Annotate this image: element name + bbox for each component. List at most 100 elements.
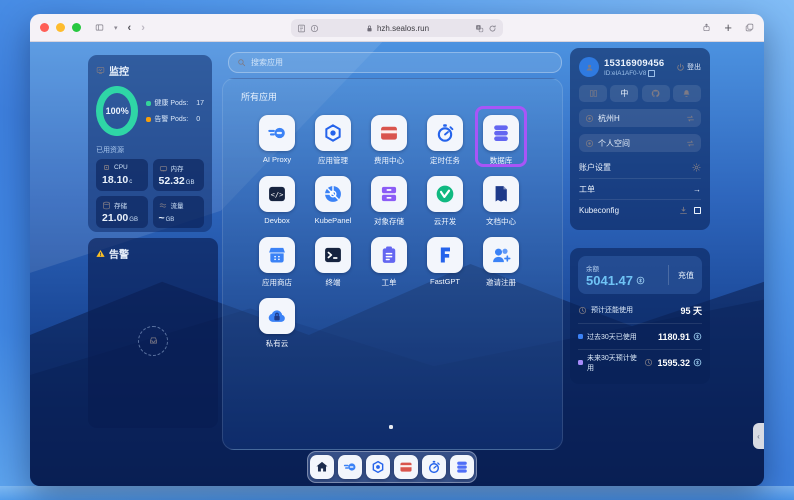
dock [307, 451, 477, 483]
app-terminal[interactable]: 终端 [305, 231, 361, 292]
sidebar-toggle-icon[interactable] [95, 23, 104, 32]
app-object-storage[interactable]: 对象存储 [361, 170, 417, 231]
user-id: ID:eIA1AF0-V8 [604, 70, 646, 77]
app-devbox[interactable]: </>Devbox [249, 170, 305, 231]
alerts-empty-state [138, 326, 168, 356]
collapse-handle[interactable]: ‹ [753, 423, 764, 449]
health-donut: 100% [96, 86, 138, 136]
section-title: 所有应用 [241, 90, 277, 103]
alerts-title: 告警 [109, 246, 129, 261]
app-store-icon [259, 237, 295, 273]
coin-icon [693, 358, 702, 367]
close-window-button[interactable] [40, 23, 49, 32]
purple-bullet-icon [578, 360, 583, 365]
app-cloud-dev[interactable]: 云开发 [417, 170, 473, 231]
workspace-selector[interactable]: 个人空间 [579, 134, 701, 152]
share-icon[interactable] [702, 23, 711, 32]
tab-overview-icon[interactable] [745, 23, 754, 32]
docs-button[interactable] [579, 85, 607, 102]
search-icon [237, 58, 246, 67]
menu-work-order[interactable]: 工单 → [579, 178, 701, 199]
page-settings-icon[interactable] [297, 24, 306, 33]
blue-bullet-icon [578, 334, 583, 339]
address-bar[interactable]: hzh.sealos.run a [291, 19, 503, 37]
billing-panel: 余额 5041.47 充值 预计还能使用 95 天 过去30天已使用 [570, 248, 710, 384]
app-label: 数据库 [490, 155, 513, 166]
app-manager-icon [315, 115, 351, 151]
cost-center-icon [371, 115, 407, 151]
all-apps-panel: 所有应用 AI Proxy应用管理费用中心 定时任务数据库 </>Devbox Kub… [222, 78, 563, 450]
copy-kubeconfig-icon[interactable] [694, 207, 701, 214]
sidebar-chevron-icon[interactable]: ▾ [114, 24, 118, 32]
balance-card: 余额 5041.47 充值 [578, 256, 702, 294]
zoom-window-button[interactable] [72, 23, 81, 32]
github-button[interactable] [642, 85, 670, 102]
forward-button: › [141, 22, 145, 34]
monitor-panel: 监控 100% 健康 Pods: 17 告警 Pods: 0 [88, 55, 212, 232]
dock-database-icon[interactable] [450, 455, 474, 479]
logout-button[interactable]: 登出 [676, 62, 701, 72]
balance-label: 余额 [586, 263, 645, 273]
switch-region-icon[interactable] [686, 114, 695, 123]
browser-toolbar: ▾ ‹ › hzh.sealos.run a + [30, 14, 764, 42]
copy-id-icon[interactable] [648, 70, 655, 77]
svg-text:</>: </> [271, 190, 284, 199]
page-indicator-dot[interactable] [389, 425, 393, 429]
dock-cost-center-icon[interactable] [394, 455, 418, 479]
dock-cron-jobs-icon[interactable] [422, 455, 446, 479]
cron-jobs-icon [427, 115, 463, 151]
kubepanel-icon [315, 176, 351, 212]
language-button[interactable]: 中 [610, 85, 638, 102]
reader-icon[interactable] [310, 24, 319, 33]
search-input[interactable] [251, 58, 553, 67]
account-panel: 15316909456 ID:eIA1AF0-V8 登出 中 [570, 48, 710, 230]
healthy-dot-icon [146, 101, 151, 106]
region-selector[interactable]: 杭州H [579, 109, 701, 127]
devbox-icon: </> [259, 176, 295, 212]
coin-icon [636, 276, 645, 285]
app-app-store[interactable]: 应用商店 [249, 231, 305, 292]
notifications-button[interactable] [673, 85, 701, 102]
app-private-cloud[interactable]: 私有云 [249, 292, 305, 353]
menu-kubeconfig[interactable]: Kubeconfig [579, 199, 701, 220]
dock-app-manager-icon[interactable] [366, 455, 390, 479]
app-fastgpt[interactable]: FastGPT [417, 231, 473, 292]
back-button[interactable]: ‹ [128, 22, 132, 34]
warning-icon [96, 249, 105, 258]
switch-workspace-icon[interactable] [686, 139, 695, 148]
app-label: 应用商店 [262, 277, 292, 288]
app-ai-proxy[interactable]: AI Proxy [249, 109, 305, 170]
app-docs-center[interactable]: 文档中心 [473, 170, 529, 231]
recharge-button[interactable]: 充值 [668, 265, 694, 285]
legend-alert: 告警 Pods: 0 [146, 114, 204, 124]
private-cloud-icon [259, 298, 295, 334]
resource-card-storage: 存储 21.00GB [96, 196, 148, 228]
minimize-window-button[interactable] [56, 23, 65, 32]
app-cost-center[interactable]: 费用中心 [361, 109, 417, 170]
app-invite[interactable]: 邀请注册 [473, 231, 529, 292]
power-icon [676, 63, 685, 72]
reload-icon[interactable] [488, 24, 497, 33]
app-cron-jobs[interactable]: 定时任务 [417, 109, 473, 170]
translate-icon[interactable]: a [475, 24, 484, 33]
new-tab-button[interactable]: + [724, 20, 732, 35]
ai-proxy-icon [259, 115, 295, 151]
resource-card-memory: 内存 52.32GB [153, 159, 205, 191]
arrow-right-icon: → [693, 185, 701, 194]
app-database[interactable]: 数据库 [473, 109, 529, 170]
avatar[interactable] [579, 57, 599, 77]
app-label: KubePanel [315, 216, 352, 225]
inbox-icon [149, 336, 158, 345]
app-work-order[interactable]: 工单 [361, 231, 417, 292]
app-search[interactable] [228, 52, 562, 73]
app-app-manager[interactable]: 应用管理 [305, 109, 361, 170]
app-kubepanel[interactable]: KubePanel [305, 170, 361, 231]
lock-icon [365, 24, 374, 33]
url-text[interactable]: hzh.sealos.run [377, 24, 429, 33]
download-icon[interactable] [679, 206, 688, 215]
dock-ai-proxy-icon[interactable] [338, 455, 362, 479]
balance-value: 5041.47 [586, 273, 633, 288]
dock-home-icon[interactable] [310, 455, 334, 479]
menu-account-settings[interactable]: 账户设置 [579, 157, 701, 178]
app-label: 费用中心 [374, 155, 404, 166]
